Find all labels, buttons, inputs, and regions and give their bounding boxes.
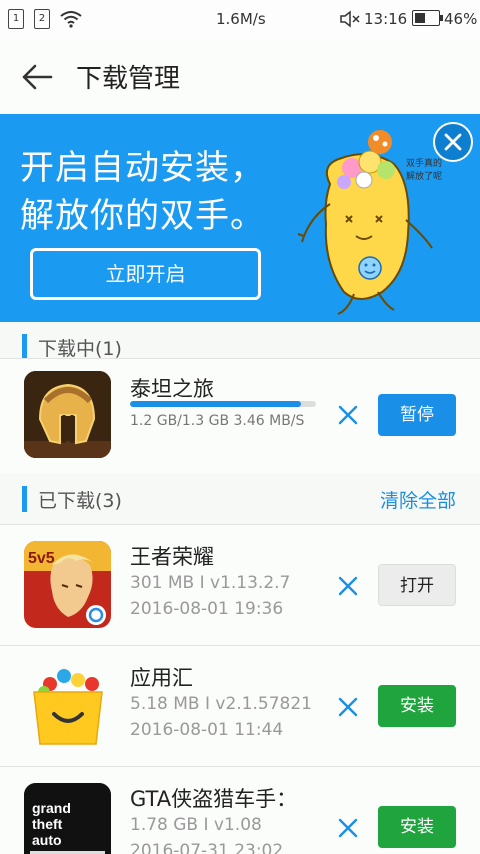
clear-all-button[interactable]: 清除全部 [380, 486, 456, 513]
clock: 13:16 [364, 10, 408, 28]
downloaded-item[interactable]: 5v5 王者荣耀 301 MB I v1.13.2.7 2016-08-01 1… [0, 524, 480, 645]
mascot-illustration [297, 130, 433, 315]
mascot-note: 双手真的解放了呢 [406, 159, 443, 182]
section-marker [22, 486, 27, 512]
network-speed: 1.6M/s [216, 10, 266, 28]
banner-headline-1: 开启自动安装， [20, 148, 265, 188]
downloaded-label: 已下载(3) [38, 490, 122, 512]
mute-icon [340, 10, 360, 28]
battery-icon [412, 10, 440, 26]
gta-app-icon: grand theft auto [24, 783, 111, 854]
app-download-date: 2016-08-01 11:44 [130, 720, 284, 740]
pause-button[interactable]: 暂停 [378, 394, 456, 436]
gta-logo-icon: grand theft auto [24, 783, 111, 854]
honor-of-kings-app-icon: 5v5 [24, 541, 111, 628]
downloaded-section-header: 已下载(3) 清除全部 [0, 474, 480, 524]
svg-text:theft: theft [32, 816, 63, 832]
close-icon [444, 133, 462, 151]
app-download-date: 2016-07-31 23:02 [130, 841, 284, 854]
sim1-icon: 1 [8, 9, 24, 29]
install-button[interactable]: 安装 [378, 685, 456, 727]
appchina-app-icon [24, 662, 111, 749]
app-name: 应用汇 [130, 666, 193, 690]
delete-item-icon[interactable] [336, 695, 360, 719]
wifi-icon [60, 11, 82, 28]
close-banner-button[interactable] [433, 122, 473, 162]
download-progress-text: 1.2 GB/1.3 GB 3.46 MB/S [130, 413, 305, 429]
downloaded-item[interactable]: 应用汇 5.18 MB I v2.1.57821 2016-08-01 11:4… [0, 645, 480, 766]
battery-cap [440, 15, 443, 21]
svg-text:5v5: 5v5 [28, 550, 55, 567]
app-size-version: 5.18 MB I v2.1.57821 [130, 694, 312, 714]
app-name: 泰坦之旅 [130, 377, 214, 401]
auto-install-banner: 开启自动安装， 解放你的双手。 立即开启 双手真的解放了呢 [0, 114, 480, 322]
app-name: GTA侠盗猎车手： [130, 787, 298, 811]
hero-portrait-icon: 5v5 [24, 541, 111, 628]
delete-item-icon[interactable] [336, 816, 360, 840]
app-download-date: 2016-08-01 19:36 [130, 599, 284, 619]
banner-headline-2: 解放你的双手。 [20, 196, 265, 236]
sim2-icon: 2 [34, 9, 50, 29]
delete-item-icon[interactable] [336, 574, 360, 598]
battery-percent: 46% [444, 10, 478, 28]
titan-quest-app-icon [24, 371, 111, 458]
app-size-version: 301 MB I v1.13.2.7 [130, 573, 291, 593]
open-button[interactable]: 打开 [378, 564, 456, 606]
shopping-bag-icon [33, 669, 103, 745]
section-marker [22, 334, 27, 360]
download-progress-fill [130, 401, 302, 407]
svg-text:grand: grand [32, 800, 71, 816]
app-header: 下载管理 [0, 38, 480, 114]
download-progress-bar [130, 401, 316, 407]
cancel-download-icon[interactable] [336, 403, 360, 427]
status-bar: 1 2 1.6M/s 13:16 46% [0, 0, 480, 38]
enable-now-button[interactable]: 立即开启 [30, 248, 261, 300]
page-title: 下载管理 [76, 64, 181, 94]
install-button[interactable]: 安装 [378, 806, 456, 848]
back-arrow-icon[interactable] [20, 60, 54, 94]
app-name: 王者荣耀 [130, 545, 214, 569]
downloading-label: 下载中(1) [38, 338, 122, 360]
svg-text:auto: auto [32, 832, 62, 848]
download-item[interactable]: 泰坦之旅 1.2 GB/1.3 GB 3.46 MB/S 暂停 [0, 358, 480, 474]
app-size-version: 1.78 GB I v1.08 [130, 815, 262, 835]
battery-level [415, 13, 425, 23]
spartan-helmet-icon [24, 371, 111, 458]
downloaded-item[interactable]: grand theft auto GTA侠盗猎车手： 1.78 GB I v1.… [0, 766, 480, 854]
